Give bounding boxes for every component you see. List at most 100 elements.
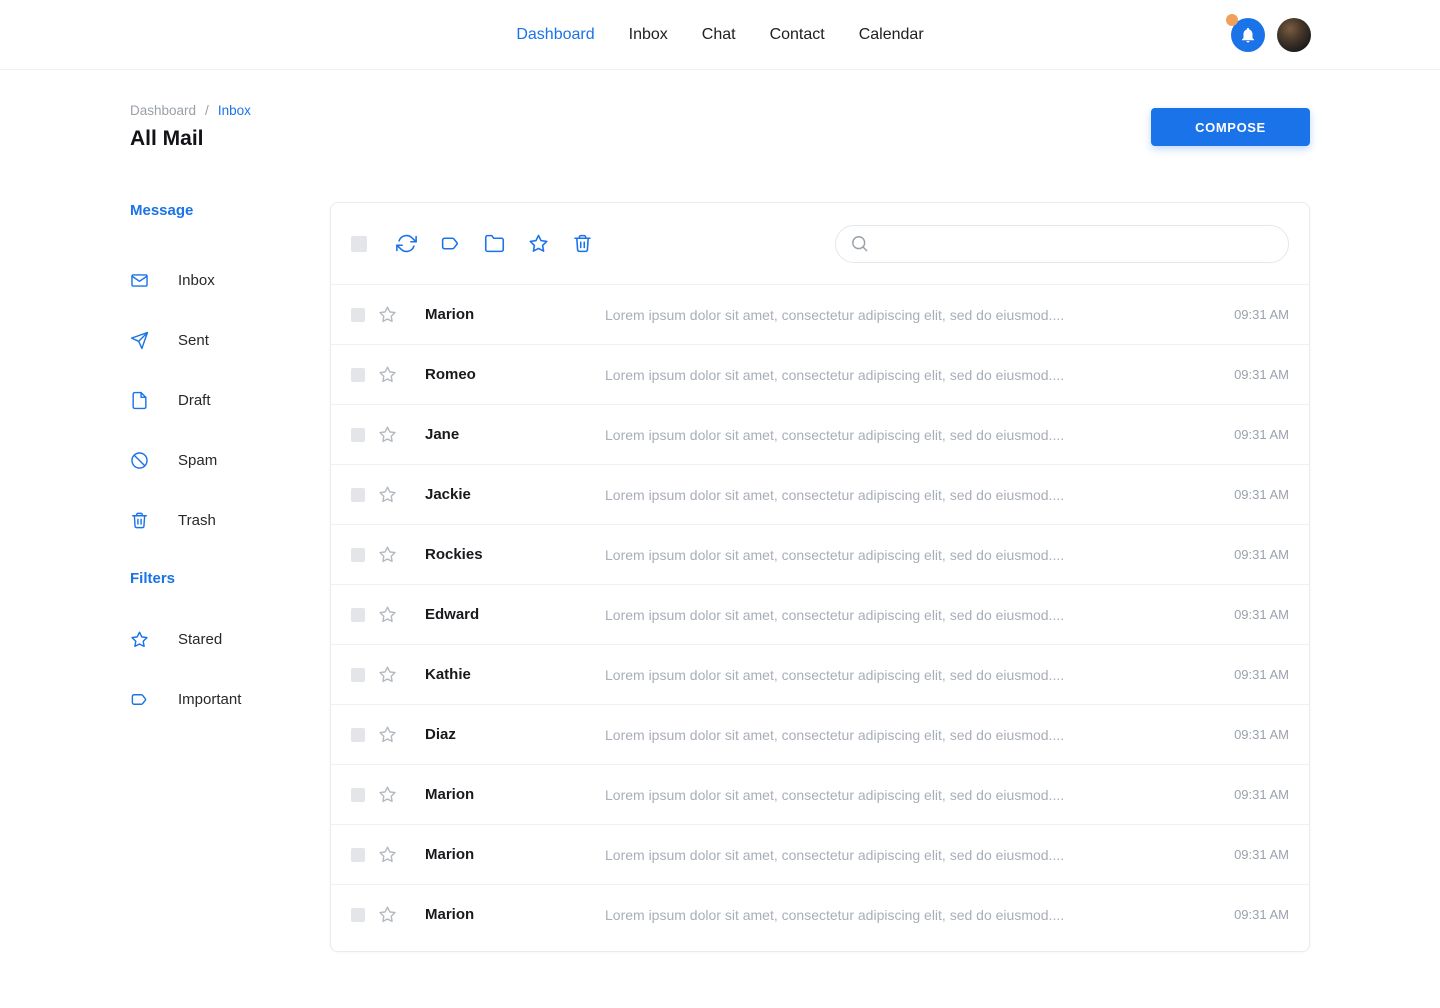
email-row[interactable]: EdwardLorem ipsum dolor sit amet, consec… xyxy=(331,584,1309,644)
spam-icon xyxy=(130,451,149,470)
email-checkbox[interactable] xyxy=(351,848,365,862)
email-checkbox[interactable] xyxy=(351,368,365,382)
star-toggle[interactable] xyxy=(378,365,397,384)
breadcrumb-separator: / xyxy=(205,103,209,118)
sidebar-section-title-message: Message xyxy=(130,202,330,219)
toolbar-folder-button[interactable] xyxy=(484,233,505,254)
toolbar-star-button[interactable] xyxy=(528,233,549,254)
sidebar-item-draft[interactable]: Draft xyxy=(130,390,330,410)
notifications-button[interactable] xyxy=(1231,18,1265,52)
email-row[interactable]: JaneLorem ipsum dolor sit amet, consecte… xyxy=(331,404,1309,464)
email-preview: Lorem ipsum dolor sit amet, consectetur … xyxy=(605,727,1214,743)
nav-link-contact[interactable]: Contact xyxy=(770,26,825,44)
email-checkbox[interactable] xyxy=(351,308,365,322)
compose-button[interactable]: COMPOSE xyxy=(1151,108,1310,146)
email-time: 09:31 AM xyxy=(1234,667,1289,682)
toolbar-label-button[interactable] xyxy=(440,233,461,254)
star-icon xyxy=(378,365,397,384)
star-icon xyxy=(378,425,397,444)
email-time: 09:31 AM xyxy=(1234,307,1289,322)
toolbar-refresh-button[interactable] xyxy=(396,233,417,254)
email-sender: Romeo xyxy=(425,366,605,383)
toolbar-icons xyxy=(396,233,593,254)
label-icon xyxy=(130,690,149,709)
email-preview: Lorem ipsum dolor sit amet, consectetur … xyxy=(605,367,1214,383)
bell-icon xyxy=(1239,26,1257,44)
email-row[interactable]: RockiesLorem ipsum dolor sit amet, conse… xyxy=(331,524,1309,584)
email-checkbox[interactable] xyxy=(351,548,365,562)
nav-link-calendar[interactable]: Calendar xyxy=(859,26,924,44)
star-toggle[interactable] xyxy=(378,305,397,324)
email-checkbox[interactable] xyxy=(351,488,365,502)
star-toggle[interactable] xyxy=(378,785,397,804)
top-nav-bar: Dashboard Inbox Chat Contact Calendar xyxy=(0,0,1440,70)
email-row[interactable]: MarionLorem ipsum dolor sit amet, consec… xyxy=(331,764,1309,824)
email-row[interactable]: MarionLorem ipsum dolor sit amet, consec… xyxy=(331,884,1309,944)
email-preview: Lorem ipsum dolor sit amet, consectetur … xyxy=(605,487,1214,503)
draft-icon xyxy=(130,391,149,410)
star-icon xyxy=(378,485,397,504)
star-icon xyxy=(378,545,397,564)
label-icon xyxy=(440,233,461,254)
email-preview: Lorem ipsum dolor sit amet, consectetur … xyxy=(605,427,1214,443)
sidebar-item-label: Trash xyxy=(178,512,216,529)
email-time: 09:31 AM xyxy=(1234,787,1289,802)
sidebar-item-inbox[interactable]: Inbox xyxy=(130,270,330,290)
star-toggle[interactable] xyxy=(378,665,397,684)
nav-link-dashboard[interactable]: Dashboard xyxy=(516,26,594,44)
sidebar-item-important[interactable]: Important xyxy=(130,689,330,709)
email-checkbox[interactable] xyxy=(351,908,365,922)
mail-panel: Marion Lorem ipsum dolor sit amet, consec… xyxy=(330,202,1310,952)
notification-badge-dot xyxy=(1226,14,1238,26)
star-toggle[interactable] xyxy=(378,725,397,744)
email-checkbox[interactable] xyxy=(351,608,365,622)
sidebar-item-sent[interactable]: Sent xyxy=(130,330,330,350)
email-row[interactable]: MarionLorem ipsum dolor sit amet, consec… xyxy=(331,284,1309,344)
star-toggle[interactable] xyxy=(378,545,397,564)
sidebar-item-label: Important xyxy=(178,691,241,708)
email-checkbox[interactable] xyxy=(351,428,365,442)
nav-link-inbox[interactable]: Inbox xyxy=(629,26,668,44)
star-toggle[interactable] xyxy=(378,485,397,504)
email-checkbox[interactable] xyxy=(351,728,365,742)
star-toggle[interactable] xyxy=(378,605,397,624)
user-avatar[interactable] xyxy=(1277,18,1311,52)
email-sender: Marion xyxy=(425,306,605,323)
email-preview: Lorem ipsum dolor sit amet, consectetur … xyxy=(605,607,1214,623)
email-row[interactable]: MarionLorem ipsum dolor sit amet, consec… xyxy=(331,824,1309,884)
email-time: 09:31 AM xyxy=(1234,727,1289,742)
search-input[interactable] xyxy=(877,236,1274,252)
select-all-checkbox[interactable] xyxy=(351,236,367,252)
breadcrumb: Dashboard / Inbox xyxy=(130,103,251,118)
folder-icon xyxy=(484,233,505,254)
sidebar-item-spam[interactable]: Spam xyxy=(130,450,330,470)
email-sender: Marion xyxy=(425,786,605,803)
sidebar-item-label: Draft xyxy=(178,392,211,409)
email-row[interactable]: DiazLorem ipsum dolor sit amet, consecte… xyxy=(331,704,1309,764)
email-row[interactable]: JackieLorem ipsum dolor sit amet, consec… xyxy=(331,464,1309,524)
sidebar-item-trash[interactable]: Trash xyxy=(130,510,330,530)
search-box xyxy=(835,225,1289,263)
email-time: 09:31 AM xyxy=(1234,847,1289,862)
email-sender: Kathie xyxy=(425,666,605,683)
email-checkbox[interactable] xyxy=(351,788,365,802)
email-preview: Lorem ipsum dolor sit amet, consectetur … xyxy=(605,907,1214,923)
breadcrumb-inbox[interactable]: Inbox xyxy=(218,103,251,118)
sidebar-item-stared[interactable]: Stared xyxy=(130,629,330,649)
breadcrumb-dashboard[interactable]: Dashboard xyxy=(130,103,196,118)
trash-icon xyxy=(130,511,149,530)
search-icon xyxy=(850,234,869,253)
email-checkbox[interactable] xyxy=(351,668,365,682)
toolbar-delete-button[interactable] xyxy=(572,233,593,254)
star-icon xyxy=(378,305,397,324)
sidebar: MessageInboxSentDraftSpamTrashFiltersSta… xyxy=(130,202,330,952)
star-toggle[interactable] xyxy=(378,845,397,864)
star-toggle[interactable] xyxy=(378,425,397,444)
star-icon xyxy=(378,845,397,864)
star-toggle[interactable] xyxy=(378,905,397,924)
sidebar-item-label: Sent xyxy=(178,332,209,349)
email-row[interactable]: KathieLorem ipsum dolor sit amet, consec… xyxy=(331,644,1309,704)
sidebar-item-label: Stared xyxy=(178,631,222,648)
email-row[interactable]: RomeoLorem ipsum dolor sit amet, consect… xyxy=(331,344,1309,404)
nav-link-chat[interactable]: Chat xyxy=(702,26,736,44)
